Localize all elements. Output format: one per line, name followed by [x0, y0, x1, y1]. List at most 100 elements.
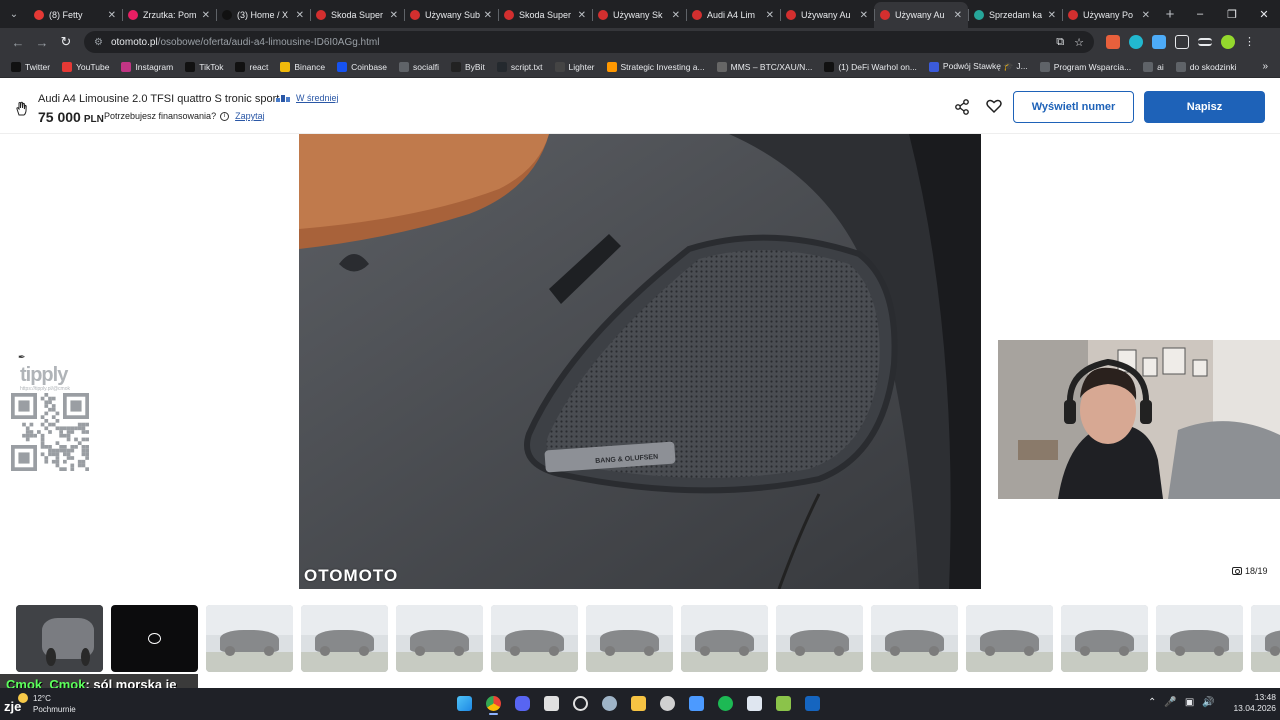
- thumbnail-car[interactable]: [301, 605, 388, 672]
- display-icon[interactable]: ▣: [1185, 697, 1194, 708]
- minimize-icon[interactable]: –: [1184, 8, 1216, 21]
- tab-close-icon[interactable]: ✕: [390, 10, 398, 21]
- bookmark-item[interactable]: Coinbase: [332, 61, 392, 72]
- extension-circle-icon[interactable]: [1129, 35, 1143, 49]
- browser-tab[interactable]: Audi A4 Lim ✕: [686, 2, 780, 28]
- info-icon[interactable]: i: [220, 111, 230, 121]
- thumbnail-car[interactable]: [1061, 605, 1148, 672]
- steam-taskbar-icon[interactable]: [600, 692, 619, 714]
- thumbnail-car[interactable]: [586, 605, 673, 672]
- bookmark-item[interactable]: TikTok: [180, 61, 228, 72]
- start-windows-icon[interactable]: [455, 692, 474, 714]
- taskbar-clock[interactable]: 13:48 13.04.2026: [1222, 692, 1276, 714]
- bookmark-item[interactable]: ByBit: [446, 61, 490, 72]
- profile-avatar[interactable]: [1221, 35, 1235, 49]
- tab-close-icon[interactable]: ✕: [1142, 10, 1150, 21]
- volume-icon[interactable]: 🔊: [1202, 697, 1214, 708]
- chrome-taskbar-icon[interactable]: [484, 692, 503, 715]
- show-number-button[interactable]: Wyświetl numer: [1013, 91, 1134, 123]
- bookmark-item[interactable]: Program Wsparcia...: [1035, 61, 1136, 72]
- bookmark-item[interactable]: ai: [1138, 61, 1169, 72]
- restore-icon[interactable]: ❐: [1216, 8, 1248, 21]
- browser-tab[interactable]: Używany Sk ✕: [592, 2, 686, 28]
- reload-icon[interactable]: ↻: [54, 30, 78, 54]
- bookmark-item[interactable]: react: [230, 61, 273, 72]
- tab-search-icon[interactable]: ⌄: [0, 0, 28, 28]
- network-taskbar-icon[interactable]: [687, 692, 706, 714]
- browser-tab[interactable]: Używany Sub ✕: [404, 2, 498, 28]
- tab-close-icon[interactable]: ✕: [860, 10, 868, 21]
- obs-taskbar-icon[interactable]: [571, 692, 590, 714]
- thumbnail-video[interactable]: [111, 605, 198, 672]
- xtool-taskbar-icon[interactable]: [803, 692, 822, 714]
- tab-close-icon[interactable]: ✕: [766, 10, 774, 21]
- extension-translate-icon[interactable]: [1152, 35, 1166, 49]
- bookmark-item[interactable]: Lighter: [550, 61, 600, 72]
- browser-tab[interactable]: Używany Au ✕: [780, 2, 874, 28]
- back-nav-icon[interactable]: ←: [6, 30, 30, 54]
- bookmark-star-icon[interactable]: ☆: [1074, 36, 1084, 49]
- tab-close-icon[interactable]: ✕: [954, 10, 962, 21]
- tab-close-icon[interactable]: ✕: [484, 10, 492, 21]
- thumbnail-car[interactable]: [1251, 605, 1280, 672]
- browser-tab[interactable]: Używany Po ✕: [1062, 2, 1156, 28]
- browser-tab[interactable]: Używany Au ✕: [874, 2, 968, 28]
- back-hand-icon[interactable]: [12, 100, 30, 118]
- file-explorer-taskbar-icon[interactable]: [629, 692, 648, 714]
- bookmark-item[interactable]: Instagram: [116, 61, 178, 72]
- tab-close-icon[interactable]: ✕: [296, 10, 304, 21]
- site-info-icon[interactable]: ⚙: [94, 37, 103, 48]
- forward-nav-icon[interactable]: →: [30, 30, 54, 54]
- browser-tab[interactable]: Skoda Super ✕: [310, 2, 404, 28]
- write-message-button[interactable]: Napisz: [1144, 91, 1265, 123]
- thumbnail-car[interactable]: [396, 605, 483, 672]
- tray-expand-icon[interactable]: ⌃: [1148, 697, 1156, 708]
- weather-icon[interactable]: [18, 693, 28, 703]
- photos-taskbar-icon[interactable]: [745, 692, 764, 714]
- thumbnail-car[interactable]: [491, 605, 578, 672]
- bookmark-item[interactable]: Twitter: [6, 61, 55, 72]
- bookmark-item[interactable]: script.txt: [492, 61, 548, 72]
- main-photo[interactable]: BANG & OLUFSEN: [299, 134, 981, 589]
- favorite-heart-icon[interactable]: [985, 97, 1003, 115]
- thumbnail-car[interactable]: [1156, 605, 1243, 672]
- discord-taskbar-icon[interactable]: [513, 692, 532, 714]
- bookmark-item[interactable]: (1) DeFi Warhol on...: [819, 61, 922, 72]
- browser-menu-icon[interactable]: ⋮: [1244, 35, 1255, 49]
- bookmark-item[interactable]: MMS – BTC/XAU/N...: [712, 61, 818, 72]
- browser-tab[interactable]: Sprzedam ka ✕: [968, 2, 1062, 28]
- weather-widget[interactable]: 12°C Pochmurnie: [33, 693, 76, 715]
- bookmark-item[interactable]: Podwój Stawkę 🎓 J...: [924, 61, 1033, 72]
- tab-close-icon[interactable]: ✕: [202, 10, 210, 21]
- close-window-icon[interactable]: ✕: [1248, 8, 1280, 21]
- bookmark-item[interactable]: YouTube: [57, 61, 114, 72]
- microphone-icon[interactable]: 🎤: [1164, 697, 1176, 708]
- edit-pencil-icon[interactable]: ✒: [18, 352, 26, 363]
- thumbnail-car[interactable]: [206, 605, 293, 672]
- price-evaluation-badge[interactable]: W średniej: [276, 93, 339, 103]
- financing-ask-link[interactable]: Zapytaj: [235, 111, 265, 121]
- bookmark-item[interactable]: Binance: [275, 61, 330, 72]
- extensions-puzzle-icon[interactable]: [1175, 35, 1189, 49]
- browser-tab[interactable]: (3) Home / X ✕: [216, 2, 310, 28]
- game-taskbar-icon[interactable]: [774, 692, 793, 714]
- bookmark-item[interactable]: socialfi: [394, 61, 444, 72]
- app-taskbar-icon[interactable]: [542, 692, 561, 714]
- thumbnail-car[interactable]: [681, 605, 768, 672]
- tab-close-icon[interactable]: ✕: [1048, 10, 1056, 21]
- thumbnail-car[interactable]: [871, 605, 958, 672]
- browser-tab[interactable]: Skoda Super ✕: [498, 2, 592, 28]
- thumbnail-car[interactable]: [966, 605, 1053, 672]
- thumbnail-interior[interactable]: [16, 605, 103, 672]
- browser-tab[interactable]: Zrzutka: Pom ✕: [122, 2, 216, 28]
- new-tab-button[interactable]: +: [1156, 6, 1184, 23]
- tab-close-icon[interactable]: ✕: [578, 10, 586, 21]
- cursor-taskbar-icon[interactable]: [658, 692, 677, 714]
- spotify-taskbar-icon[interactable]: [716, 692, 735, 714]
- install-app-icon[interactable]: ⧉: [1056, 36, 1064, 49]
- reading-list-icon[interactable]: [1198, 38, 1212, 46]
- thumbnail-car[interactable]: [776, 605, 863, 672]
- tab-close-icon[interactable]: ✕: [108, 10, 116, 21]
- browser-tab[interactable]: (8) Fetty ✕: [28, 2, 122, 28]
- address-bar[interactable]: ⚙ otomoto.pl/osobowe/oferta/audi-a4-limo…: [84, 31, 1094, 53]
